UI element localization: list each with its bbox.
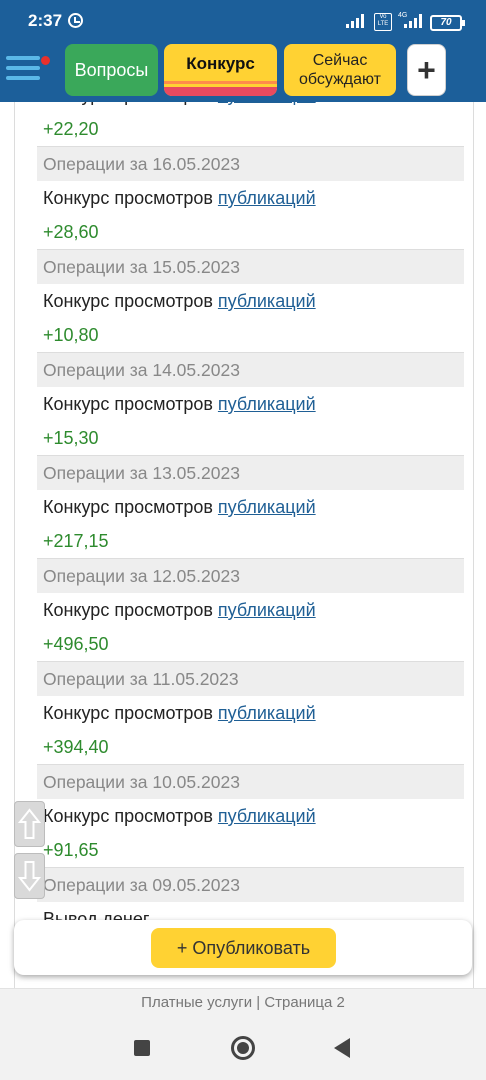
scroll-down-button[interactable] bbox=[14, 853, 45, 899]
tab-questions[interactable]: Вопросы bbox=[65, 44, 158, 96]
operation-description-partial: Конкурс просмотров публикаций bbox=[37, 102, 464, 112]
operations-content[interactable]: Конкурс просмотров публикаций +22,20 Опе… bbox=[14, 102, 474, 992]
operation-entry: Операции за 16.05.2023 Конкурс просмотров… bbox=[37, 147, 464, 250]
operation-date-header: Операции за 12.05.2023 bbox=[37, 559, 464, 593]
volte-icon: Vo LTE bbox=[374, 13, 392, 31]
publications-link[interactable]: публикаций bbox=[218, 102, 316, 105]
battery-icon: 70 bbox=[430, 15, 465, 31]
operation-line: Конкурс просмотров публикаций bbox=[37, 387, 464, 421]
operation-amount: +28,60 bbox=[43, 222, 99, 242]
operation-entry: Операции за 14.05.2023 Конкурс просмотров… bbox=[37, 353, 464, 456]
add-tab-button[interactable]: + bbox=[407, 44, 446, 96]
operation-amount: +496,50 bbox=[43, 634, 109, 654]
signal-icon-secondary bbox=[404, 14, 426, 28]
operation-amount: +10,80 bbox=[43, 325, 99, 345]
operation-line: Конкурс просмотров публикаций bbox=[37, 696, 464, 730]
operation-amount: +15,30 bbox=[43, 428, 99, 448]
back-icon[interactable] bbox=[334, 1038, 350, 1058]
publish-button[interactable]: + Опубликовать bbox=[151, 928, 336, 968]
publications-link[interactable]: публикаций bbox=[218, 394, 316, 414]
operation-amount: +22,20 bbox=[43, 119, 99, 139]
recent-apps-icon[interactable] bbox=[134, 1040, 150, 1056]
operation-date-header: Операции за 15.05.2023 bbox=[37, 250, 464, 284]
operation-line: Конкурс просмотров публикаций bbox=[37, 181, 464, 215]
tab-contest-stripe bbox=[164, 81, 277, 84]
top-navigation: Вопросы Конкурс Сейчас обсуждают + bbox=[0, 40, 486, 102]
publications-link[interactable]: публикаций bbox=[218, 291, 316, 311]
publications-link[interactable]: публикаций bbox=[218, 806, 316, 826]
operation-entry: Операции за 12.05.2023 Конкурс просмотров… bbox=[37, 559, 464, 662]
operation-date-header: Операции за 13.05.2023 bbox=[37, 456, 464, 490]
operation-line: Конкурс просмотров публикаций bbox=[37, 284, 464, 318]
operation-entry: Операции за 15.05.2023 Конкурс просмотров… bbox=[37, 250, 464, 353]
operation-entry: Операции за 10.05.2023 Конкурс просмотров… bbox=[37, 765, 464, 868]
system-navigation-bar bbox=[0, 1017, 486, 1080]
tab-discussing-now[interactable]: Сейчас обсуждают bbox=[284, 44, 396, 96]
publications-link[interactable]: публикаций bbox=[218, 703, 316, 723]
operation-description: Конкурс просмотров bbox=[43, 600, 218, 620]
operation-amount: +91,65 bbox=[43, 840, 99, 860]
operation-date-header: Операции за 11.05.2023 bbox=[37, 662, 464, 696]
signal-icon bbox=[346, 14, 368, 28]
publications-link[interactable]: публикаций bbox=[218, 600, 316, 620]
operation-date-header: Операции за 14.05.2023 bbox=[37, 353, 464, 387]
tab-contest-label: Конкурс bbox=[186, 54, 255, 73]
operations-list: Конкурс просмотров публикаций +22,20 Опе… bbox=[37, 102, 464, 936]
operation-date-header: Операции за 16.05.2023 bbox=[37, 147, 464, 181]
footer-page-info: Платные услуги | Страница 2 bbox=[0, 988, 486, 1017]
operation-entry: Операции за 11.05.2023 Конкурс просмотров… bbox=[37, 662, 464, 765]
operation-description: Конкурс просмотров bbox=[43, 394, 218, 414]
status-bar: 2:37 Vo LTE 4G 70 bbox=[0, 0, 486, 40]
notification-dot bbox=[41, 56, 50, 65]
operation-amount: +394,40 bbox=[43, 737, 109, 757]
tab-contest[interactable]: Конкурс bbox=[164, 44, 277, 96]
operation-date-header: Операции за 09.05.2023 bbox=[37, 868, 464, 902]
operation-line: Конкурс просмотров публикаций bbox=[37, 593, 464, 627]
scroll-up-button[interactable] bbox=[14, 801, 45, 847]
tab-contest-stripe-bottom bbox=[164, 87, 277, 96]
operation-date-header: Операции за 10.05.2023 bbox=[37, 765, 464, 799]
home-icon[interactable] bbox=[231, 1036, 255, 1060]
arrow-up-icon bbox=[17, 808, 42, 839]
operation-description: Конкурс просмотров bbox=[43, 188, 218, 208]
operation-line: Конкурс просмотров публикаций bbox=[37, 799, 464, 833]
status-time: 2:37 bbox=[28, 11, 63, 30]
hamburger-menu-icon[interactable] bbox=[6, 54, 42, 82]
operation-description: Конкурс просмотров bbox=[43, 497, 218, 517]
operation-description: Конкурс просмотров bbox=[43, 102, 218, 105]
operation-description: Конкурс просмотров bbox=[43, 291, 218, 311]
operation-line: Конкурс просмотров публикаций bbox=[37, 490, 464, 524]
publications-link[interactable]: публикаций bbox=[218, 497, 316, 517]
alarm-icon bbox=[68, 13, 83, 28]
operation-amount: +217,15 bbox=[43, 531, 109, 551]
publish-bar: + Опубликовать bbox=[14, 920, 472, 975]
operation-entry: Операции за 13.05.2023 Конкурс просмотров… bbox=[37, 456, 464, 559]
operation-description: Конкурс просмотров bbox=[43, 806, 218, 826]
operation-description: Конкурс просмотров bbox=[43, 703, 218, 723]
arrow-down-icon bbox=[17, 861, 42, 892]
publications-link[interactable]: публикаций bbox=[218, 188, 316, 208]
